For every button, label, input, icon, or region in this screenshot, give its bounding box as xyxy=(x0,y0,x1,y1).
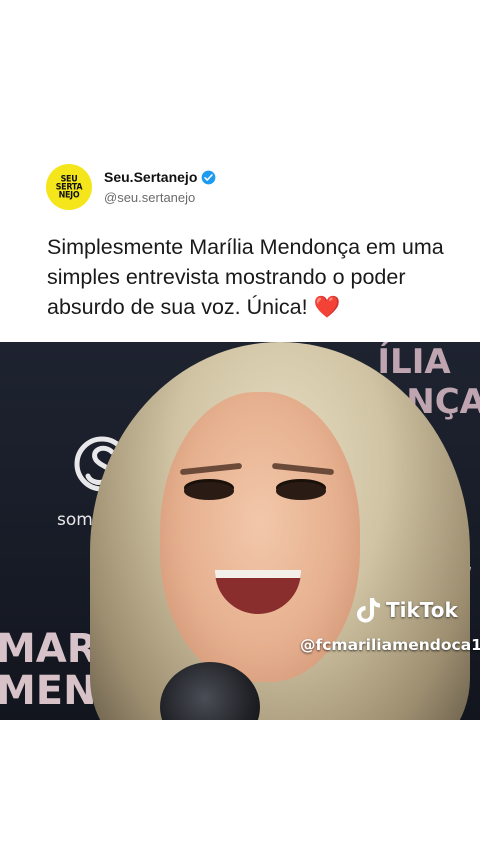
user-handle[interactable]: @seu.sertanejo xyxy=(104,190,216,205)
post-body: Simplesmente Marília Mendonça em uma sim… xyxy=(47,235,444,319)
tiktok-logo-icon xyxy=(357,598,380,623)
post-header: SEU SERTA NEJO Seu.Sertanejo @seu.sertan… xyxy=(46,164,216,210)
tiktok-username: @fcmariliamendoca1 xyxy=(300,636,480,654)
verified-badge-icon xyxy=(201,170,216,185)
author-info: Seu.Sertanejo @seu.sertanejo xyxy=(104,169,216,205)
heart-emoji: ❤️ xyxy=(313,295,341,319)
avatar[interactable]: SEU SERTA NEJO xyxy=(46,164,92,210)
avatar-text-line: NEJO xyxy=(58,189,80,200)
post-text: Simplesmente Marília Mendonça em uma sim… xyxy=(47,232,447,322)
display-name[interactable]: Seu.Sertanejo xyxy=(104,169,197,185)
tiktok-label: TikTok xyxy=(386,598,458,622)
eye-left xyxy=(184,482,234,500)
tiktok-watermark: TikTok xyxy=(356,596,458,624)
eye-right xyxy=(276,482,326,500)
display-name-row[interactable]: Seu.Sertanejo xyxy=(104,169,216,185)
video-player[interactable]: ÍLIA ONÇA MARÍ MEN W som livre TikTok @f… xyxy=(0,342,480,720)
